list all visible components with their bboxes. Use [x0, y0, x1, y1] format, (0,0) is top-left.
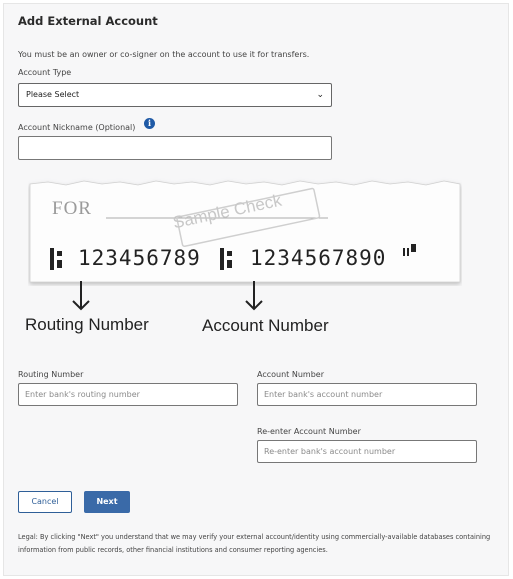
next-button[interactable]: Next: [84, 491, 130, 513]
info-icon[interactable]: i: [144, 118, 155, 129]
chevron-down-icon: ⌄: [316, 90, 324, 100]
account-type-label: Account Type: [18, 68, 72, 77]
account-number-caption: Account Number: [202, 316, 329, 335]
sample-check-illustration: FOR Sample Check 123456789 1234567890: [28, 176, 462, 286]
page-title: Add External Account: [18, 14, 158, 28]
nickname-label: Account Nickname (Optional): [18, 123, 136, 132]
account-type-select[interactable]: Please Select ⌄: [18, 83, 332, 107]
cancel-button[interactable]: Cancel: [18, 491, 72, 513]
routing-number-caption: Routing Number: [25, 315, 149, 334]
on-us-symbol: [403, 244, 417, 256]
nickname-input[interactable]: [18, 136, 332, 160]
routing-digits: 123456789: [78, 246, 201, 270]
routing-transit-symbol-2: [220, 248, 236, 270]
routing-number-input[interactable]: [18, 383, 238, 406]
account-type-value: Please Select: [26, 90, 80, 99]
intro-text: You must be an owner or co-signer on the…: [18, 50, 310, 59]
reenter-account-input[interactable]: [257, 440, 477, 463]
account-number-label: Account Number: [257, 370, 324, 379]
routing-number-label: Routing Number: [18, 370, 84, 379]
add-external-account-panel: Add External Account You must be an owne…: [3, 3, 509, 576]
routing-transit-symbol: [50, 248, 66, 270]
account-number-input[interactable]: [257, 383, 477, 406]
account-digits: 1234567890: [250, 246, 387, 270]
reenter-account-label: Re-enter Account Number: [257, 427, 361, 436]
for-label: FOR: [52, 198, 92, 219]
legal-disclaimer: Legal: By clicking "Next" you understand…: [18, 533, 491, 554]
arrow-down-icon: [245, 281, 263, 311]
arrow-down-icon: [72, 281, 90, 311]
